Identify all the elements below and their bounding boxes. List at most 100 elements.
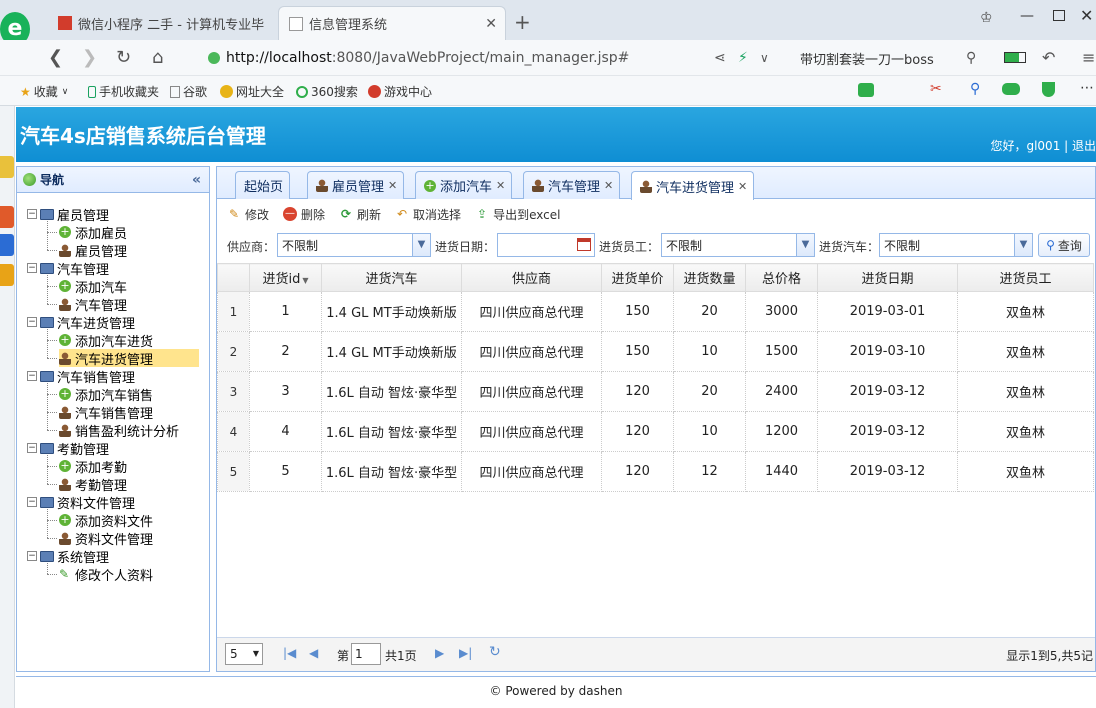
bookmark-sites[interactable]: 网址大全 [220, 83, 284, 100]
scissors-icon[interactable]: ✂ [930, 81, 942, 97]
column-header[interactable]: 总价格 [745, 263, 818, 292]
collapse-toggle-icon[interactable]: − [27, 497, 37, 507]
gamepad-icon[interactable] [1002, 83, 1020, 95]
prev-page-icon[interactable]: ◀ [309, 646, 318, 660]
nav-item[interactable]: + 添加汽车销售 [59, 385, 153, 404]
nav-item[interactable]: 汽车销售管理 [59, 403, 153, 422]
table-row[interactable]: 5 5 1.6L 自动 智炫·豪华型 四川供应商总代理 120 12 1440 2019-03… [217, 451, 1094, 492]
sidebar-app-icon[interactable] [0, 234, 14, 256]
sidebar-app-icon[interactable] [0, 264, 14, 286]
refresh-icon[interactable]: ↻ [489, 644, 501, 660]
tab-close-icon[interactable]: ✕ [496, 179, 505, 192]
page-size-select[interactable]: 5 ▼ [225, 643, 263, 665]
next-page-icon[interactable]: ▶ [435, 646, 444, 660]
tab-car[interactable]: 汽车管理 ✕ [523, 171, 621, 199]
query-button[interactable]: ⚲ 查询 [1038, 233, 1090, 257]
bookmark-favorites[interactable]: ★ 收藏 ∨ [20, 83, 68, 100]
employee-select[interactable]: 不限制 ▼ [661, 233, 815, 257]
collapse-toggle-icon[interactable]: − [27, 551, 37, 561]
column-header[interactable]: 供应商 [461, 263, 602, 292]
table-row[interactable]: 4 4 1.6L 自动 智炫·豪华型 四川供应商总代理 120 10 1200 2019-03… [217, 411, 1094, 452]
column-header[interactable]: 进货数量 [673, 263, 746, 292]
nav-group[interactable]: − 雇员管理 [27, 205, 109, 224]
tab-close-icon[interactable]: ✕ [604, 179, 613, 192]
export-excel-button[interactable]: ⇪ 导出到excel [475, 206, 560, 223]
chevron-down-icon[interactable]: ∨ [760, 48, 769, 68]
delete-button[interactable]: — 删除 [283, 206, 325, 223]
wechat-icon[interactable] [858, 83, 874, 97]
first-page-icon[interactable]: |◀ [283, 646, 296, 660]
minimize-button[interactable]: — [1020, 8, 1034, 24]
tab-purchase[interactable]: 汽车进货管理 ✕ [631, 171, 755, 200]
last-page-icon[interactable]: ▶| [459, 646, 472, 660]
date-input[interactable] [497, 233, 595, 257]
cancel-select-button[interactable]: ↶ 取消选择 [395, 206, 461, 223]
forward-icon[interactable]: ❯ [82, 48, 97, 68]
more-icon[interactable]: ⋯ [1080, 80, 1094, 96]
column-header[interactable]: 进货汽车 [321, 263, 462, 292]
nav-item[interactable]: + 添加雇员 [59, 223, 127, 242]
nav-item[interactable]: + 添加考勤 [59, 457, 127, 476]
reload-icon[interactable]: ↻ [116, 48, 131, 68]
nav-group[interactable]: − 汽车销售管理 [27, 367, 135, 386]
nav-item[interactable]: + 添加汽车 [59, 277, 127, 296]
collapse-toggle-icon[interactable]: − [27, 443, 37, 453]
bookmark-mobile[interactable]: 手机收藏夹 [88, 83, 159, 100]
address-bar[interactable]: http://localhost :8080/JavaWebProject/ma… [208, 45, 708, 71]
tab-close-icon[interactable]: ✕ [738, 180, 747, 193]
tab-close-icon[interactable]: ✕ [485, 16, 497, 32]
nav-item[interactable]: 汽车进货管理 [59, 349, 199, 368]
nav-item[interactable]: 汽车管理 [59, 295, 127, 314]
nav-item[interactable]: + 添加资料文件 [59, 511, 153, 530]
bookmark-google[interactable]: 谷歌 [170, 83, 207, 100]
table-row[interactable]: 1 1 1.4 GL MT手动焕新版 四川供应商总代理 150 20 3000 2019-03… [217, 291, 1094, 332]
tab-employee[interactable]: 雇员管理 ✕ [307, 171, 405, 199]
share-icon[interactable]: ⋖ [714, 48, 726, 68]
collapse-toggle-icon[interactable]: − [27, 209, 37, 219]
search-hint[interactable]: 带切割套装一刀一boss [800, 49, 934, 68]
collapse-toggle-icon[interactable]: − [27, 263, 37, 273]
refresh-button[interactable]: ⟳ 刷新 [339, 206, 381, 223]
search-icon[interactable]: ⚲ [970, 81, 980, 97]
nav-item[interactable]: ✎ 修改个人资料 [59, 565, 153, 584]
sidebar-app-icon[interactable] [0, 156, 14, 178]
column-header[interactable]: 进货日期 [817, 263, 958, 292]
lightning-icon[interactable]: ⚡ [738, 48, 748, 68]
close-window-button[interactable]: ✕ [1080, 6, 1093, 25]
collapse-icon[interactable]: « [192, 172, 201, 188]
edit-button[interactable]: ✎ 修改 [227, 206, 269, 223]
tab-home[interactable]: 起始页 [235, 171, 291, 199]
collapse-toggle-icon[interactable]: − [27, 371, 37, 381]
nav-group[interactable]: − 资料文件管理 [27, 493, 135, 512]
maximize-button[interactable] [1053, 10, 1065, 21]
browser-tab-info[interactable]: 信息管理系统 ✕ [278, 6, 506, 40]
undo-icon[interactable]: ↶ [1042, 48, 1055, 68]
nav-item[interactable]: 资料文件管理 [59, 529, 153, 548]
nav-group[interactable]: − 汽车进货管理 [27, 313, 135, 332]
nav-group[interactable]: − 汽车管理 [27, 259, 109, 278]
supplier-select[interactable]: 不限制 ▼ [277, 233, 431, 257]
nav-item[interactable]: 考勤管理 [59, 475, 127, 494]
sidebar-app-icon[interactable] [0, 206, 14, 228]
bookmark-games[interactable]: 游戏中心 [368, 83, 432, 100]
nav-group[interactable]: − 系统管理 [27, 547, 109, 566]
column-header[interactable]: 进货id ▼ [249, 263, 322, 292]
nav-item[interactable]: 销售盈利统计分析 [59, 421, 179, 440]
back-icon[interactable]: ❮ [48, 48, 63, 68]
nav-item[interactable]: 雇员管理 [59, 241, 127, 260]
column-header[interactable]: 进货单价 [601, 263, 674, 292]
nav-group[interactable]: − 考勤管理 [27, 439, 109, 458]
battery-icon[interactable] [1004, 52, 1026, 63]
home-icon[interactable]: ⌂ [152, 48, 163, 68]
table-row[interactable]: 3 3 1.6L 自动 智炫·豪华型 四川供应商总代理 120 20 2400 2019-03… [217, 371, 1094, 412]
car-select[interactable]: 不限制 ▼ [879, 233, 1033, 257]
page-number-input[interactable]: 1 [351, 643, 381, 665]
calendar-icon[interactable] [577, 238, 591, 251]
search-icon[interactable]: ⚲ [966, 48, 976, 68]
user-greeting[interactable]: 您好，gl001 | 退出 [990, 137, 1096, 154]
table-row[interactable]: 2 2 1.4 GL MT手动焕新版 四川供应商总代理 150 10 1500 2019-03… [217, 331, 1094, 372]
shield-icon[interactable] [1042, 82, 1055, 97]
bookmark-360[interactable]: 360搜索 [296, 83, 358, 100]
menu-icon[interactable]: ≡ [1082, 48, 1095, 68]
tab-add-car[interactable]: + 添加汽车 ✕ [415, 171, 513, 199]
